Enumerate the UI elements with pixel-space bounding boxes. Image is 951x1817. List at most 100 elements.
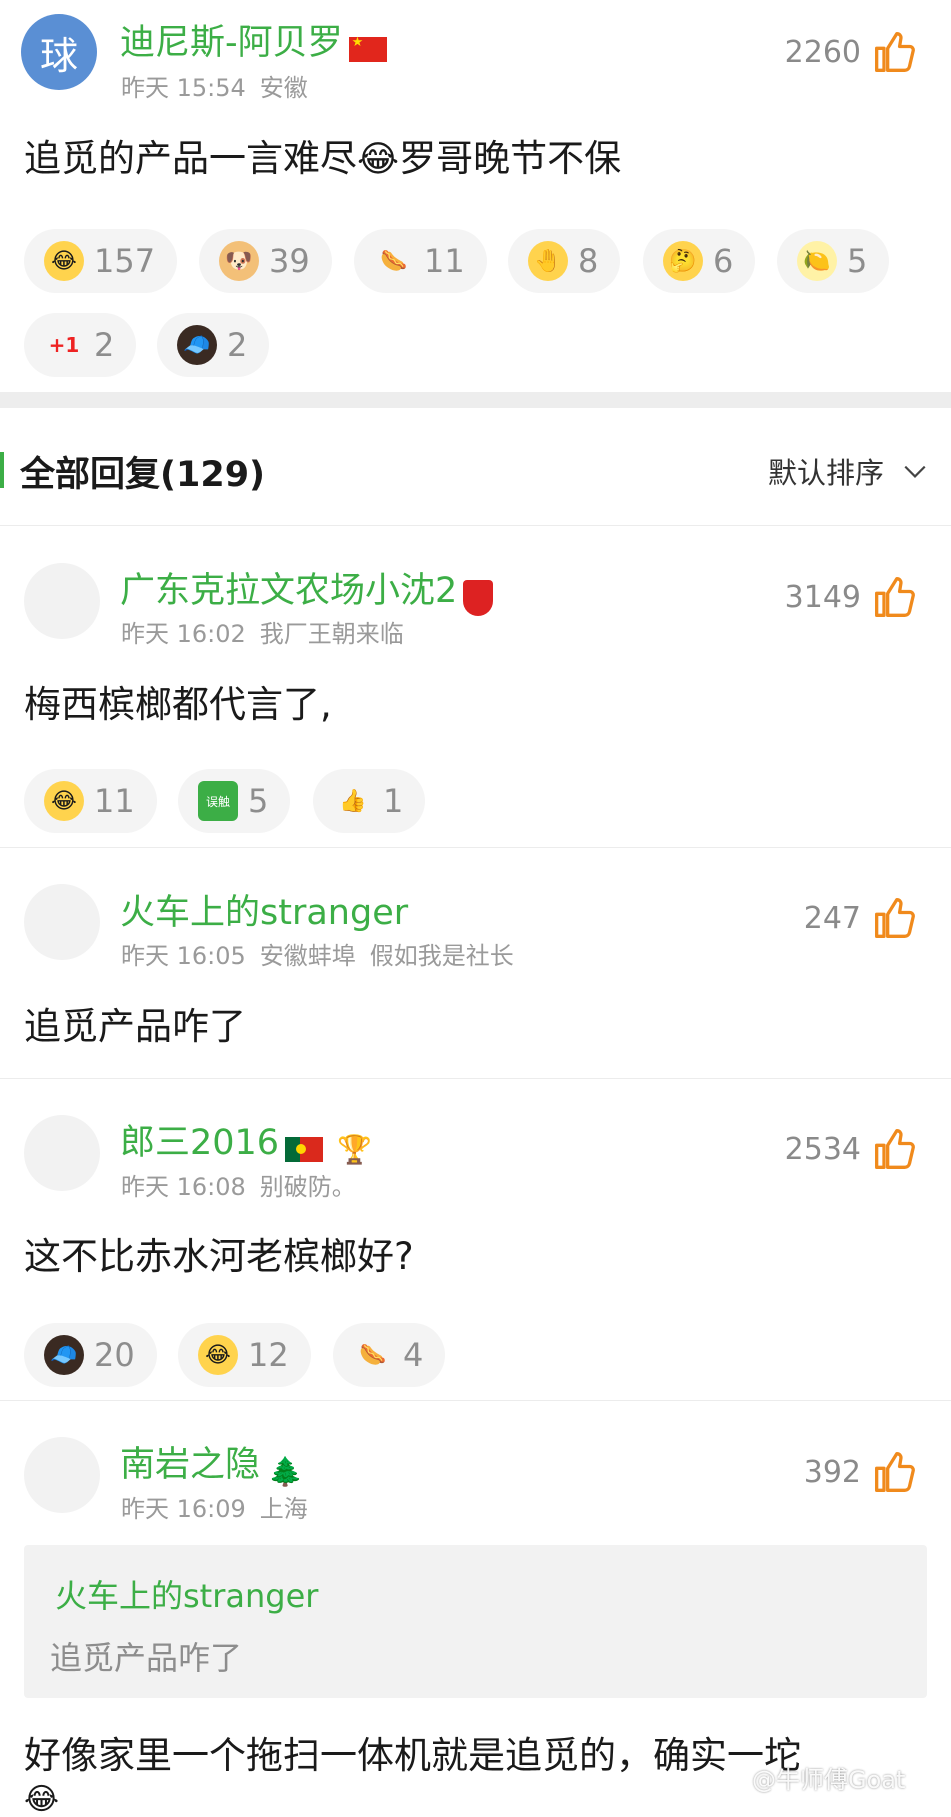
reaction-count: 20	[94, 1336, 135, 1374]
like-count: 392	[803, 1454, 861, 1490]
thinking-icon: 🤔	[663, 241, 703, 281]
location: 上海	[259, 1495, 308, 1523]
thumbs-up-icon	[875, 1452, 915, 1492]
comment-text: 好像家里一个拖扫一体机就是追觅的，确实一坨	[24, 1734, 801, 1777]
reaction-chip[interactable]: 🤚 8	[508, 229, 621, 293]
location: 我厂王朝来临	[259, 620, 404, 648]
reaction-chip[interactable]: 🌭 11	[354, 229, 487, 293]
like-count: 2260	[784, 34, 861, 70]
like-button[interactable]: 2534	[697, 1127, 917, 1171]
reaction-chip[interactable]: 🧢 20	[24, 1323, 157, 1387]
reaction-chip[interactable]: 🍋 5	[777, 229, 890, 293]
avatar[interactable]: 球	[21, 14, 97, 90]
portugal-flag-icon	[285, 1137, 324, 1162]
reaction-chip[interactable]: 😂 11	[24, 769, 157, 833]
comment-body: 追觅的产品一言难尽😂罗哥晚节不保	[24, 128, 621, 182]
reaction-chip[interactable]: 🌭 4	[333, 1323, 446, 1387]
man-face-icon: 🧢	[177, 325, 217, 365]
like-count: 3149	[784, 579, 861, 615]
reaction-chip[interactable]: 😂 12	[178, 1323, 311, 1387]
reaction-count: 11	[94, 782, 135, 820]
laugh-cry-icon: 😂	[44, 241, 84, 281]
timestamp: 昨天 16:08	[121, 1173, 246, 1201]
comment-meta: 昨天 16:05 安徽蚌埠 假如我是社长	[121, 936, 528, 971]
avatar[interactable]	[24, 563, 100, 639]
divider	[0, 525, 951, 526]
quoted-username[interactable]: 火车上的stranger	[55, 1571, 318, 1617]
laugh-cry-icon: 😂	[44, 781, 84, 821]
username[interactable]: 南岩之隐	[120, 1445, 260, 1485]
sausage-icon: 🌭	[374, 241, 414, 281]
like-button[interactable]: 392	[697, 1450, 917, 1494]
reaction-chip[interactable]: +1 2	[24, 313, 137, 377]
replies-title: 全部回复(129)	[20, 455, 266, 495]
thumbs-up-icon	[875, 1129, 915, 1169]
comment-meta: 昨天 16:09 上海	[121, 1489, 322, 1524]
reaction-chip[interactable]: 😂 157	[24, 229, 178, 293]
quoted-text: 追觅产品咋了	[50, 1639, 243, 1677]
divider	[0, 847, 951, 848]
username-row: 南岩之隐 🌲	[120, 1436, 303, 1488]
user-tag: 假如我是社长	[369, 942, 514, 970]
thumbs-up-icon	[875, 577, 915, 617]
username[interactable]: 郎三2016	[120, 1123, 279, 1163]
doge-icon: 🐶	[219, 241, 259, 281]
thumbs-up-icon	[875, 898, 915, 938]
header-accent-bar	[0, 452, 4, 488]
comment-text: 追觅产品咋了	[24, 1005, 246, 1048]
reaction-chip[interactable]: 🐶 39	[199, 229, 332, 293]
thumbs-up-icon: 👍	[333, 781, 373, 821]
location: 安徽	[259, 74, 308, 102]
reaction-chip[interactable]: 👍 1	[313, 769, 426, 833]
reaction-count: 8	[578, 242, 599, 280]
comment-text: 梅西槟榔都代言了,	[24, 683, 332, 726]
reaction-count: 12	[248, 1336, 289, 1374]
reaction-chip[interactable]: 🧢 2	[157, 313, 270, 377]
username-row: 火车上的stranger	[120, 884, 408, 935]
like-button[interactable]: 247	[697, 896, 917, 940]
like-button[interactable]: 3149	[697, 575, 917, 619]
comment-text: 这不比赤水河老槟榔好?	[24, 1235, 414, 1278]
comment-meta: 昨天 16:08 别破防。	[121, 1167, 370, 1202]
forest-badge-icon: 🌲	[268, 1455, 303, 1488]
reaction-count: 5	[847, 242, 868, 280]
like-button[interactable]: 2260	[697, 30, 917, 74]
username[interactable]: 广东克拉文农场小沈2	[120, 571, 457, 611]
like-count: 247	[803, 900, 861, 936]
timestamp: 昨天 16:09	[121, 1495, 246, 1523]
location: 别破防。	[259, 1173, 356, 1201]
section-divider	[0, 392, 951, 408]
reaction-count: 11	[424, 242, 465, 280]
avatar[interactable]	[24, 1437, 100, 1513]
timestamp: 昨天 16:02	[121, 620, 246, 648]
arsenal-badge-icon	[463, 579, 494, 616]
username[interactable]: 火车上的stranger	[120, 893, 408, 933]
avatar[interactable]	[24, 1115, 100, 1191]
quoted-reply[interactable]: 火车上的stranger 追觅产品咋了	[24, 1545, 927, 1698]
reaction-count: 157	[94, 242, 156, 280]
comment-meta: 昨天 15:54 安徽	[121, 68, 322, 103]
comment-text: 追觅的产品一言难尽	[24, 137, 357, 180]
sort-dropdown[interactable]: 默认排序	[768, 450, 928, 492]
reaction-count: 2	[94, 326, 115, 364]
reaction-count: 4	[403, 1336, 424, 1374]
facepalm-laugh-emoji-icon: 😂	[357, 139, 400, 180]
watermark: @牛师傅Goat	[752, 1766, 906, 1794]
china-flag-icon	[348, 35, 387, 62]
lemon-icon: 🍋	[797, 241, 837, 281]
comment-meta: 昨天 16:02 我厂王朝来临	[121, 614, 418, 649]
avatar[interactable]	[24, 884, 100, 960]
slap-face-icon: 🤚	[528, 241, 568, 281]
timestamp: 昨天 16:05	[121, 942, 246, 970]
username[interactable]: 迪尼斯-阿贝罗	[120, 23, 343, 63]
comment-text: 罗哥晚节不保	[399, 137, 622, 180]
misclick-icon: 误触	[198, 781, 238, 821]
reaction-count: 5	[248, 782, 269, 820]
trophy-icon: 🏆	[337, 1133, 372, 1166]
sort-label: 默认排序	[768, 456, 885, 490]
reaction-count: 2	[227, 326, 248, 364]
reaction-chip[interactable]: 🤔 6	[643, 229, 756, 293]
plus-one-icon: +1	[44, 325, 84, 365]
reaction-chip[interactable]: 误触 5	[178, 769, 291, 833]
reaction-count: 6	[713, 242, 734, 280]
